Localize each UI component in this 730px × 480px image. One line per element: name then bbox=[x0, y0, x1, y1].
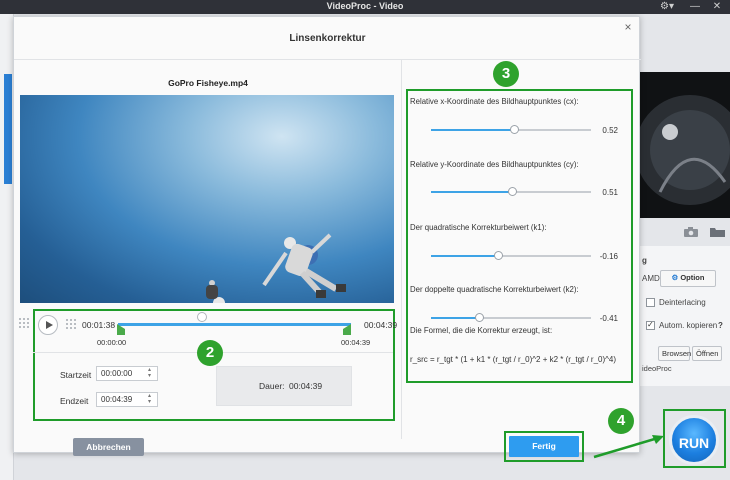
left-rail bbox=[0, 14, 14, 480]
slider-k1-fill bbox=[431, 255, 499, 257]
start-time-stepper[interactable]: ▴ ▾ bbox=[148, 367, 156, 380]
output-folder-text: ideoProc bbox=[642, 364, 672, 373]
open-button[interactable]: Öffnen bbox=[692, 346, 722, 361]
settings-icon[interactable]: ⚙▾ bbox=[656, 0, 678, 14]
playhead[interactable] bbox=[197, 312, 207, 322]
slider-k1-value: -0.16 bbox=[599, 252, 618, 261]
marker-start-time: 00:00:00 bbox=[97, 338, 127, 347]
section-label: g bbox=[642, 256, 647, 265]
gear-icon: ⚙ bbox=[671, 273, 681, 282]
slider-cy-fill bbox=[431, 191, 513, 193]
panel-divider bbox=[401, 59, 402, 439]
frame-grid-icon[interactable] bbox=[66, 319, 76, 329]
play-icon bbox=[46, 321, 53, 329]
end-time-label: Endzeit bbox=[60, 396, 89, 406]
cancel-button[interactable]: Abbrechen bbox=[73, 438, 144, 456]
dialog-title: Linsenkorrektur bbox=[289, 33, 366, 44]
slider-k1-label: Der quadratische Korrekturbeiwert (k1): bbox=[410, 223, 547, 232]
marker-end-time: 00:04:39 bbox=[341, 338, 371, 347]
end-time: 00:04:39 bbox=[364, 320, 398, 330]
app-title: VideoProc - Video bbox=[326, 1, 404, 11]
browse-button[interactable]: Browsen bbox=[658, 346, 691, 361]
step-badge-3: 3 bbox=[493, 61, 519, 87]
option-button-label: Option bbox=[680, 273, 705, 282]
slider-cy-value: 0.51 bbox=[602, 188, 618, 197]
current-time: 00:01:38 bbox=[82, 320, 116, 330]
run-button[interactable]: RUN bbox=[669, 415, 719, 465]
duration-label: Dauer: bbox=[259, 381, 285, 391]
slider-cy-handle[interactable] bbox=[508, 187, 518, 196]
deinterlacing-label: Deinterlacing bbox=[659, 298, 706, 307]
video-preview bbox=[20, 95, 394, 303]
skydivers-image bbox=[206, 233, 346, 303]
end-time-stepper[interactable]: ▴ ▾ bbox=[148, 393, 156, 406]
slider-cx-handle[interactable] bbox=[509, 125, 519, 134]
fisheye-thumbnail bbox=[640, 95, 730, 205]
file-name: GoPro Fisheye.mp4 bbox=[168, 78, 248, 88]
formula-text: r_src = r_tgt * (1 + k1 * (r_tgt / r_0)^… bbox=[410, 355, 617, 364]
timeline-selected-range bbox=[118, 323, 351, 326]
drag-handle-icon[interactable] bbox=[19, 318, 29, 330]
help-icon[interactable]: ? bbox=[718, 321, 723, 330]
minimize-button[interactable]: — bbox=[684, 0, 706, 14]
step-badge-4: 4 bbox=[608, 408, 634, 434]
close-icon[interactable]: × bbox=[620, 20, 636, 36]
app-title-bar: VideoProc - Video ⚙▾ — ✕ bbox=[0, 0, 730, 14]
formula-label: Die Formel, die die Korrektur erzeugt, i… bbox=[410, 326, 553, 335]
slider-cx-label: Relative x-Koordinate des Bildhauptpunkt… bbox=[410, 97, 579, 106]
arrow-icon bbox=[592, 432, 668, 460]
slider-cx-fill bbox=[431, 129, 515, 131]
slider-k2-value: -0.41 bbox=[599, 314, 618, 323]
duration-value: 00:04:39 bbox=[289, 381, 323, 391]
background-options-panel: g AMD ⚙ Option Deinterlacing ✓ Autom. ko… bbox=[640, 246, 730, 386]
slider-k2-handle[interactable] bbox=[474, 313, 484, 322]
duration-box: Dauer: 00:04:39 bbox=[216, 366, 352, 406]
title-divider bbox=[14, 59, 641, 60]
selected-item-indicator bbox=[4, 74, 12, 184]
start-time-label: Startzeit bbox=[60, 370, 92, 380]
background-preview bbox=[640, 72, 730, 218]
slider-cy-label: Relative y-Koordinate des Bildhauptpunkt… bbox=[410, 160, 579, 169]
slider-k1-handle[interactable] bbox=[493, 251, 503, 260]
autocopy-label: Autom. kopieren bbox=[659, 321, 718, 330]
step-badge-2: 2 bbox=[197, 340, 223, 366]
start-time-value: 00:00:00 bbox=[101, 369, 133, 378]
slider-k2-fill bbox=[431, 317, 479, 319]
end-time-value: 00:04:39 bbox=[101, 395, 133, 404]
camera-icon[interactable] bbox=[684, 227, 698, 237]
deinterlacing-checkbox[interactable] bbox=[646, 298, 655, 307]
slider-cx-value: 0.52 bbox=[602, 126, 618, 135]
option-button[interactable]: ⚙ Option bbox=[660, 270, 716, 287]
slider-panel: Relative x-Koordinate des Bildhauptpunkt… bbox=[410, 97, 625, 377]
folder-icon[interactable] bbox=[710, 227, 725, 237]
done-button[interactable]: Fertig bbox=[509, 436, 579, 457]
play-button[interactable] bbox=[38, 315, 58, 335]
check-icon: ✓ bbox=[647, 320, 654, 329]
autocopy-checkbox[interactable]: ✓ bbox=[646, 320, 655, 330]
slider-k2-label: Der doppelte quadratische Korrekturbeiwe… bbox=[410, 285, 579, 294]
hw-label: AMD bbox=[642, 274, 660, 283]
close-window-button[interactable]: ✕ bbox=[706, 0, 728, 14]
